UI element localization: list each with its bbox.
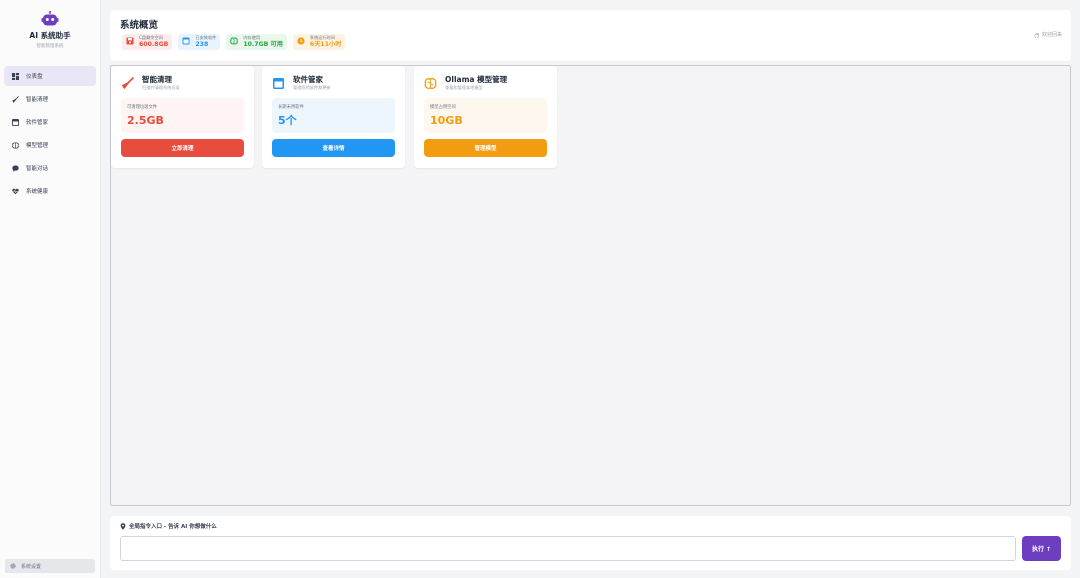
- metric-value: 10GB: [430, 114, 463, 127]
- software-card: 软件管家 管理您的软件和更新 长期未用软件 5个 查看详情: [262, 66, 405, 168]
- broom-icon: [121, 77, 134, 90]
- card-title: 软件管家: [293, 75, 323, 84]
- stats-row: C盘剩余空间 600.8GB 已安装软件 238 内存使用 10.7GB 可用 …: [122, 34, 351, 50]
- cleanup-card: 智能清理 扫描并清理系统垃圾 可清理垃圾文件 2.5GB 立即清理: [111, 66, 254, 168]
- command-input[interactable]: [120, 536, 1016, 561]
- ollama-card: Ollama 模型管理 查看和管理本地模型 模型占用空间 10GB 管理模型: [414, 66, 557, 168]
- stat-memory: 内存使用 10.7GB 可用: [226, 34, 287, 50]
- sidebar-item-label: 系统健康: [26, 189, 49, 195]
- apps-icon: [182, 37, 190, 45]
- settings-label: 系统设置: [21, 563, 42, 570]
- card-subtitle: 查看和管理本地模型: [445, 85, 483, 90]
- card-metric: 模型占用空间 10GB: [424, 98, 547, 133]
- overview-header: 系统概览 C盘剩余空间 600.8GB 已安装软件 238 内存使用 10.7G…: [110, 10, 1071, 61]
- software-icon: [273, 78, 284, 89]
- metric-label: 可清理垃圾文件: [127, 105, 158, 110]
- sidebar-item-health[interactable]: 系统健康: [4, 181, 96, 201]
- card-subtitle: 扫描并清理系统垃圾: [142, 85, 180, 90]
- dashboard-icon: [12, 72, 19, 80]
- card-metric: 可清理垃圾文件 2.5GB: [121, 98, 244, 133]
- location-pin-icon: [120, 522, 126, 530]
- card-header: 智能清理 扫描并清理系统垃圾: [121, 74, 180, 90]
- main-panel: 智能清理 扫描并清理系统垃圾 可清理垃圾文件 2.5GB 立即清理 软件管家 管…: [110, 65, 1071, 506]
- card-metric: 长期未用软件 5个: [272, 98, 395, 133]
- stat-value: 238: [195, 41, 209, 48]
- clock-icon: [297, 37, 305, 45]
- brand-subtitle: 智能管理系统: [36, 44, 64, 49]
- memory-icon: [230, 37, 239, 45]
- sidebar-item-label: 智能清理: [26, 97, 49, 103]
- metric-value: 5个: [278, 114, 297, 127]
- stat-value: 10.7GB 可用: [243, 41, 283, 48]
- sidebar-item-cleanup[interactable]: 智能清理: [4, 89, 96, 109]
- card-subtitle: 管理您的软件和更新: [293, 85, 331, 90]
- disk-icon: [126, 37, 134, 45]
- sidebar: AI 系统助手 智能管理系统 仪表盘 智能清理 软件管家 模型管理 智能对话 系…: [0, 0, 101, 578]
- sidebar-item-software[interactable]: 软件管家: [4, 112, 96, 132]
- broom-icon: [12, 95, 19, 103]
- metric-label: 模型占用空间: [430, 105, 456, 110]
- welcome-label: 欢迎回来: [1041, 32, 1062, 38]
- sidebar-item-chat[interactable]: 智能对话: [4, 158, 96, 178]
- welcome-text: 欢迎回来: [1034, 31, 1062, 38]
- card-header: Ollama 模型管理 查看和管理本地模型: [424, 74, 507, 90]
- brand-title: AI 系统助手: [29, 31, 71, 40]
- chat-icon: [12, 165, 19, 172]
- brand: AI 系统助手 智能管理系统: [0, 0, 100, 58]
- gear-icon: [10, 563, 16, 569]
- manage-models-button[interactable]: 管理模型: [424, 139, 547, 157]
- card-header: 软件管家 管理您的软件和更新: [272, 74, 331, 90]
- sidebar-item-label: 模型管理: [26, 143, 49, 149]
- wave-hand-icon: [1034, 32, 1040, 38]
- sidebar-item-label: 软件管家: [26, 120, 49, 126]
- robot-icon: [41, 11, 59, 26]
- brain-icon: [12, 142, 19, 148]
- stat-value: 600.8GB: [139, 41, 169, 48]
- card-title: 智能清理: [142, 75, 172, 84]
- sidebar-nav: 仪表盘 智能清理 软件管家 模型管理 智能对话 系统健康: [0, 66, 100, 201]
- stat-value: 6天11小时: [309, 41, 342, 48]
- metric-label: 长期未用软件: [278, 105, 304, 110]
- clean-now-button[interactable]: 立即清理: [121, 139, 244, 157]
- command-title-label: 全局指令入口 - 告诉 AI 你想做什么: [129, 524, 217, 530]
- sidebar-item-label: 智能对话: [26, 166, 49, 172]
- stat-software: 已安装软件 238: [178, 34, 221, 50]
- stat-uptime: 系统运行时间 6天11小时: [292, 34, 346, 50]
- card-title: Ollama 模型管理: [445, 75, 508, 84]
- heartbeat-icon: [12, 188, 19, 194]
- execute-button[interactable]: 执行 ↑: [1022, 536, 1061, 561]
- sidebar-item-models[interactable]: 模型管理: [4, 135, 96, 155]
- settings-button[interactable]: 系统设置: [5, 559, 95, 573]
- stat-disk: C盘剩余空间 600.8GB: [122, 34, 173, 50]
- sidebar-item-dashboard[interactable]: 仪表盘: [4, 66, 96, 86]
- view-details-button[interactable]: 查看详情: [272, 139, 395, 157]
- command-title: 全局指令入口 - 告诉 AI 你想做什么: [120, 522, 217, 530]
- command-bar: 全局指令入口 - 告诉 AI 你想做什么 执行 ↑: [110, 516, 1071, 570]
- sidebar-item-label: 仪表盘: [26, 74, 43, 80]
- brain-icon: [424, 78, 437, 89]
- software-icon: [12, 118, 19, 126]
- page-title: 系统概览: [120, 20, 159, 31]
- metric-value: 2.5GB: [127, 114, 164, 127]
